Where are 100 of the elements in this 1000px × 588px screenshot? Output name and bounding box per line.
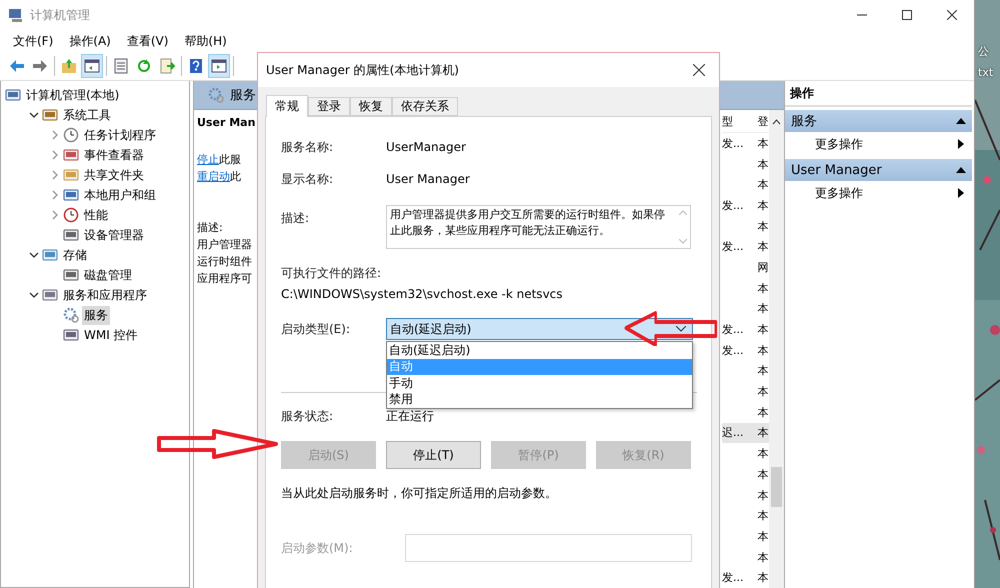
menu-item[interactable]: 文件(F) bbox=[6, 30, 60, 52]
tree-item[interactable]: 存储 bbox=[61, 246, 89, 264]
description-text: 应用程序可 bbox=[197, 271, 252, 287]
service-row[interactable]: 本 bbox=[722, 443, 769, 464]
tab[interactable]: 依存关系 bbox=[392, 97, 458, 116]
description-label: 描述: bbox=[197, 220, 223, 236]
tab[interactable]: 登录 bbox=[308, 97, 350, 116]
tree-item[interactable]: 系统工具 bbox=[61, 106, 113, 124]
menu-item[interactable]: 查看(V) bbox=[120, 30, 176, 52]
table-cell: 发... bbox=[722, 323, 744, 336]
properties-icon bbox=[113, 58, 129, 74]
service-row[interactable]: 本 bbox=[722, 298, 769, 320]
tree-item[interactable]: 本地用户和组 bbox=[82, 186, 158, 204]
table-cell: 本 bbox=[757, 323, 768, 336]
toolbar-button[interactable] bbox=[208, 54, 230, 78]
table-cell: 本 bbox=[757, 344, 768, 357]
scroll-thumb[interactable] bbox=[771, 467, 782, 507]
table-cell: 本 bbox=[757, 468, 768, 481]
pane-title: 服务 bbox=[230, 87, 256, 104]
column-header[interactable]: 型 bbox=[722, 114, 758, 128]
tree-item[interactable]: 服务和应用程序 bbox=[61, 286, 149, 304]
table-cell: 迟... bbox=[722, 426, 744, 440]
table-cell: 本 bbox=[757, 530, 768, 543]
dialog-title: User Manager 的属性(本地计算机) bbox=[266, 62, 459, 78]
pane-toggle-icon bbox=[211, 58, 227, 74]
tree-item[interactable]: 事件查看器 bbox=[82, 146, 146, 164]
tree-item[interactable]: 性能 bbox=[82, 206, 110, 224]
service-row[interactable]: 发... 本 bbox=[722, 195, 769, 216]
actions-section[interactable]: User Manager bbox=[785, 159, 972, 181]
dropdown-option[interactable]: 自动(延迟启动) bbox=[387, 342, 692, 358]
tab[interactable]: 常规 bbox=[266, 95, 308, 117]
service-row[interactable]: 本 bbox=[722, 360, 769, 382]
table-cell: 本 bbox=[757, 488, 768, 502]
help-book-icon bbox=[188, 58, 204, 74]
menu-item[interactable]: 操作(A) bbox=[62, 30, 118, 52]
service-row[interactable]: 本 bbox=[722, 526, 769, 547]
action-text: 停止此服 bbox=[197, 152, 241, 168]
service-row[interactable]: 本 bbox=[722, 216, 769, 236]
action-item[interactable]: 更多操作 bbox=[785, 132, 972, 156]
service-row[interactable]: 本 bbox=[722, 154, 769, 174]
table-cell: 本 bbox=[757, 158, 768, 171]
service-row[interactable]: 发... 本 bbox=[722, 567, 769, 588]
table-cell: 本 bbox=[757, 178, 768, 192]
service-title: User Man bbox=[197, 116, 256, 129]
service-row[interactable]: 本 bbox=[722, 464, 769, 485]
action-item[interactable]: 更多操作 bbox=[785, 181, 972, 205]
service-row[interactable]: 本 bbox=[722, 174, 769, 196]
field-label: 可执行文件的路径: bbox=[281, 264, 382, 282]
service-row[interactable]: 发... 本 bbox=[722, 133, 769, 154]
toolbar-button[interactable] bbox=[81, 54, 103, 78]
service-row[interactable]: 迟... 本 bbox=[722, 422, 769, 444]
service-control-button[interactable]: 停止(T) bbox=[386, 441, 481, 469]
close-icon[interactable] bbox=[693, 64, 705, 76]
tree-item[interactable]: 磁盘管理 bbox=[82, 266, 134, 284]
clock-icon bbox=[63, 127, 79, 143]
maximize-icon[interactable] bbox=[902, 10, 912, 20]
service-row[interactable]: 本 bbox=[722, 484, 769, 506]
service-row[interactable]: 发... 本 bbox=[722, 236, 769, 258]
menu-item[interactable]: 帮助(H) bbox=[177, 30, 234, 52]
collapse-triangle-icon[interactable] bbox=[956, 167, 966, 173]
export-icon bbox=[159, 58, 175, 74]
table-cell: 本 bbox=[757, 302, 768, 316]
service-row[interactable]: 本 bbox=[722, 381, 769, 402]
service-row[interactable]: 网 bbox=[722, 257, 769, 278]
action-text: 重启动此 bbox=[197, 169, 241, 185]
tree-item[interactable]: 服务 bbox=[82, 306, 110, 324]
path-value: C:\WINDOWS\system32\svchost.exe -k netsvcs bbox=[281, 287, 563, 301]
service-row[interactable]: 本 bbox=[722, 505, 769, 526]
startup-type-dropdown[interactable]: 自动(延迟启动) bbox=[386, 318, 693, 340]
table-cell: 发... bbox=[722, 240, 744, 254]
service-row[interactable]: 发... 本 bbox=[722, 340, 769, 361]
table-cell: 本 bbox=[757, 426, 768, 440]
table-cell: 发... bbox=[722, 571, 744, 584]
dropdown-option[interactable]: 禁用 bbox=[387, 392, 692, 408]
field-value: User Manager bbox=[386, 172, 470, 186]
tree-item[interactable]: 计算机管理(本地) bbox=[24, 86, 122, 104]
actions-section[interactable]: 服务 bbox=[785, 110, 972, 132]
service-row[interactable]: 发... 本 bbox=[722, 319, 769, 340]
close-icon[interactable] bbox=[946, 10, 956, 20]
field-label: 启动类型(E): bbox=[281, 320, 351, 338]
column-header[interactable]: 登 bbox=[757, 114, 769, 128]
scrollbar[interactable] bbox=[769, 110, 784, 588]
table-cell: 发... bbox=[722, 198, 744, 212]
collapse-triangle-icon[interactable] bbox=[956, 118, 966, 124]
action-link[interactable]: 重启动 bbox=[197, 170, 230, 183]
chevron-down-icon bbox=[676, 326, 686, 332]
table-cell: 本 bbox=[757, 282, 768, 295]
tab[interactable]: 恢复 bbox=[350, 97, 392, 116]
actions-title: 操作 bbox=[785, 81, 972, 107]
service-row[interactable]: 本 bbox=[722, 278, 769, 298]
table-cell: 网 bbox=[757, 260, 768, 274]
tree-item[interactable]: WMI 控件 bbox=[82, 326, 140, 344]
tree-item[interactable]: 设备管理器 bbox=[82, 226, 146, 244]
service-row[interactable]: 本 bbox=[722, 402, 769, 423]
service-row[interactable]: 本 bbox=[722, 546, 769, 568]
dropdown-option[interactable]: 手动 bbox=[387, 375, 692, 392]
action-link[interactable]: 停止 bbox=[197, 153, 219, 166]
table-cell: 本 bbox=[757, 571, 768, 584]
tree-item[interactable]: 共享文件夹 bbox=[82, 166, 146, 184]
tree-item[interactable]: 任务计划程序 bbox=[82, 126, 158, 144]
